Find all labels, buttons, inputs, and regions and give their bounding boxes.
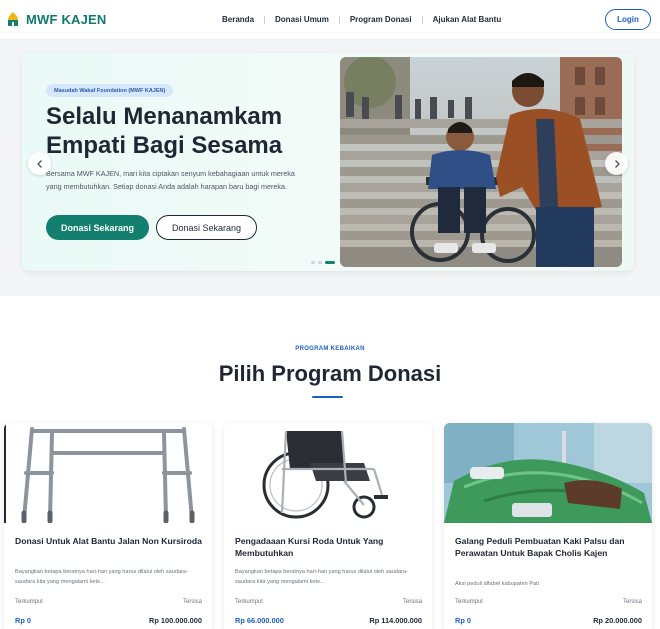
- carousel-dot-active[interactable]: [325, 261, 335, 264]
- donate-now-button[interactable]: Donasi Sekarang: [46, 215, 149, 240]
- wheelchair-image: [224, 423, 432, 523]
- title-underline: [312, 396, 343, 398]
- carousel-dot[interactable]: [311, 261, 315, 264]
- program-card[interactable]: Pengadaaan Kursi Roda Untuk Yang Membutu…: [224, 423, 432, 629]
- remaining-label: Tersisa: [402, 599, 422, 605]
- hero-badge: Masudah Wakaf Foundation (MWF KAJEN): [46, 84, 174, 97]
- section-title: Pilih Program Donasi: [218, 361, 442, 386]
- collected-label: Terkumpul: [235, 599, 263, 605]
- carousel-indicators: [311, 261, 335, 264]
- remaining-amount: Rp 114.000.000: [369, 616, 422, 625]
- nav-item-ajukan-alat-bantu[interactable]: Ajukan Alat Bantu: [423, 15, 512, 24]
- main-menu: Beranda Donasi Umum Program Donasi Ajuka…: [212, 15, 511, 24]
- program-description: Bayangkan betapa beratnya hari-hari yang…: [15, 569, 188, 585]
- collected-amount: Rp 0: [455, 616, 472, 625]
- section-eyebrow: PROGRAM KEBAIKAN: [295, 346, 365, 352]
- brand[interactable]: MWF KAJEN: [6, 11, 107, 27]
- nav-item-beranda[interactable]: Beranda: [212, 15, 264, 24]
- collected-amount: Rp 0: [15, 616, 32, 625]
- walker-image: [4, 423, 212, 523]
- program-description: Aksi peduli difabel kabupaten Pati: [455, 581, 539, 587]
- chevron-right-icon: [614, 159, 620, 168]
- program-title[interactable]: Pengadaaan Kursi Roda Untuk Yang Membutu…: [235, 535, 423, 559]
- nav-item-program-donasi[interactable]: Program Donasi: [340, 15, 422, 24]
- program-card[interactable]: Donasi Untuk Alat Bantu Jalan Non Kursir…: [4, 423, 212, 629]
- collected-label: Terkumpul: [455, 599, 483, 605]
- navbar: MWF KAJEN Beranda Donasi Umum Program Do…: [0, 0, 660, 40]
- carousel-next-button[interactable]: [605, 152, 628, 175]
- hero-description: Bersama MWF KAJEN, mari kita ciptakan se…: [46, 169, 295, 191]
- collected-amount: Rp 66.000.000: [235, 616, 284, 625]
- carousel-prev-button[interactable]: [28, 152, 51, 175]
- hospital-patient-image: [444, 423, 652, 523]
- remaining-label: Tersisa: [622, 599, 642, 605]
- carousel-dot[interactable]: [318, 261, 322, 264]
- brand-name: MWF KAJEN: [26, 11, 107, 27]
- hero-photo-wheelchair: [340, 57, 622, 267]
- chevron-left-icon: [36, 159, 42, 168]
- hero-title: Selalu Menanamkam Empati Bagi Sesama: [46, 103, 283, 159]
- login-button[interactable]: Login: [605, 9, 651, 30]
- donate-now-outline-button[interactable]: Donasi Sekarang: [156, 215, 257, 240]
- program-title[interactable]: Galang Peduli Pembuatan Kaki Palsu dan P…: [455, 535, 643, 559]
- program-card[interactable]: Galang Peduli Pembuatan Kaki Palsu dan P…: [444, 423, 652, 629]
- program-description: Bayangkan betapa beratnya hari-hari yang…: [235, 569, 408, 585]
- remaining-label: Tersisa: [182, 599, 202, 605]
- nav-item-donasi-umum[interactable]: Donasi Umum: [265, 15, 339, 24]
- remaining-amount: Rp 100.000.000: [148, 616, 202, 625]
- mosque-logo-icon: [8, 12, 18, 26]
- collected-label: Terkumpul: [15, 599, 43, 605]
- remaining-amount: Rp 20.000.000: [593, 616, 642, 625]
- program-title[interactable]: Donasi Untuk Alat Bantu Jalan Non Kursir…: [15, 535, 203, 547]
